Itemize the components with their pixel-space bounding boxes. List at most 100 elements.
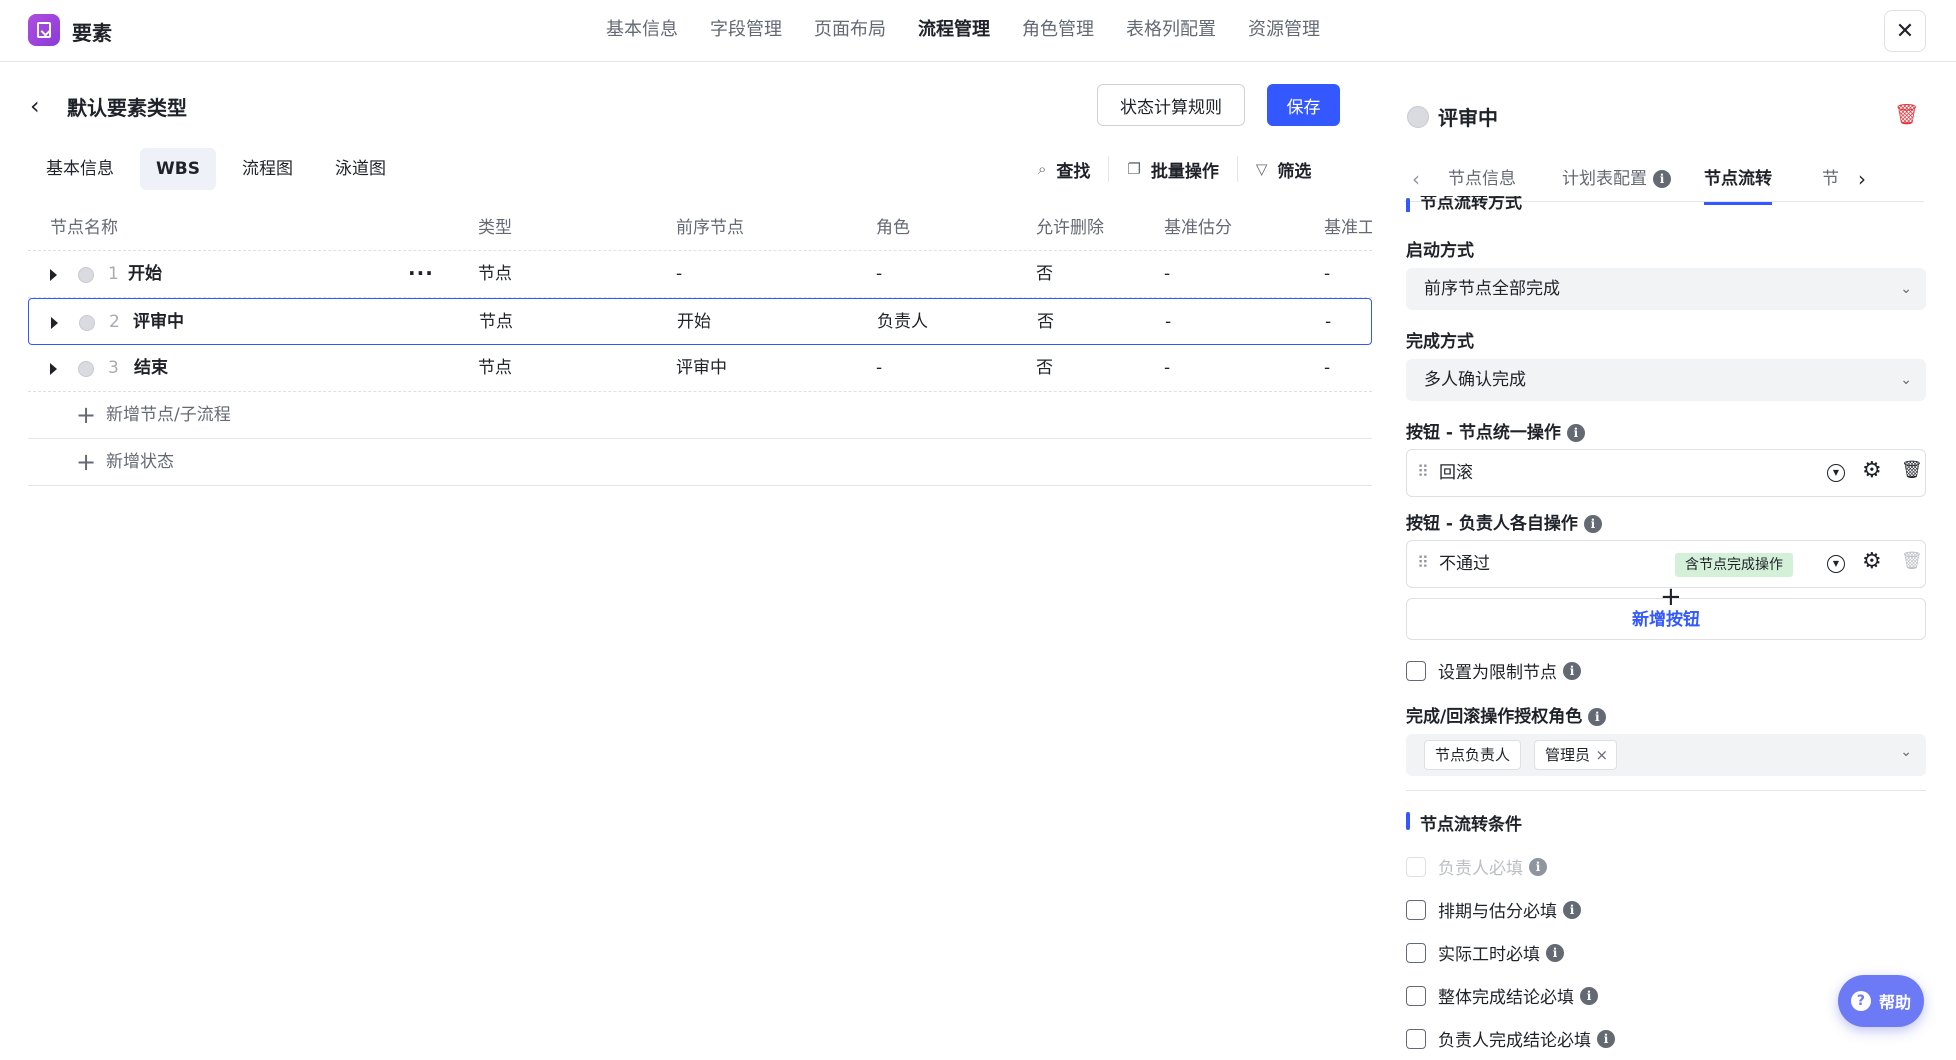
more-icon[interactable]: ··· <box>408 251 434 295</box>
gear-icon[interactable]: ⚙ <box>1862 549 1882 574</box>
filter-button[interactable]: ▽ 筛选 <box>1236 156 1330 182</box>
unified-button-row[interactable]: ⠿ 回滚 ▼ ⚙ 🗑 <box>1406 449 1926 497</box>
gear-icon[interactable]: ⚙ <box>1862 458 1882 483</box>
tab-plan-config[interactable]: 计划表配置 i <box>1562 156 1671 202</box>
search-doc-icon: ⌕ <box>1038 160 1047 178</box>
panel-title: 评审中 <box>1438 106 1498 130</box>
cell-type: 节点 <box>478 358 512 378</box>
col-node-name: 节点名称 <box>50 218 118 238</box>
drag-handle-icon[interactable]: ⠿ <box>1417 462 1429 481</box>
checkbox-icon[interactable] <box>1406 942 1426 963</box>
add-node-row[interactable]: + 新增节点/子流程 <box>28 392 1372 439</box>
table-row[interactable]: 3 结束 节点 评审中 - 否 - - <box>28 345 1372 392</box>
find-button[interactable]: ⌕ 查找 <box>1020 156 1108 182</box>
expand-caret-icon[interactable] <box>51 317 58 329</box>
cursor-crosshair-icon: + <box>1660 582 1682 612</box>
add-state-label: 新增状态 <box>106 452 174 472</box>
row-number: 3 <box>108 358 119 378</box>
tab-node-flow[interactable]: 节点流转 <box>1704 156 1772 205</box>
expand-caret-icon[interactable] <box>50 269 57 281</box>
dropdown-icon[interactable]: ▼ <box>1827 464 1845 482</box>
finish-mode-label: 完成方式 <box>1406 332 1474 352</box>
drag-handle-icon[interactable]: ⠿ <box>1417 553 1429 572</box>
row-number: 2 <box>109 312 120 332</box>
role-chip: 管理员 × <box>1534 740 1618 770</box>
trash-icon: 🗑 <box>1901 551 1923 571</box>
info-icon: i <box>1588 708 1607 726</box>
dropdown-icon[interactable]: ▼ <box>1827 555 1845 573</box>
tab-flowchart[interactable]: 流程图 <box>226 148 309 190</box>
back-arrow-icon[interactable]: ‹ <box>30 92 40 120</box>
nav-basic-info[interactable]: 基本信息 <box>590 0 694 62</box>
checkbox-icon[interactable] <box>1406 899 1426 920</box>
close-button[interactable]: ✕ <box>1884 10 1926 52</box>
button-name: 回滚 <box>1439 463 1473 483</box>
cell-deletable: 否 <box>1036 264 1053 284</box>
help-button[interactable]: ? 帮助 <box>1838 975 1924 1027</box>
checkbox-icon[interactable] <box>1406 1028 1426 1049</box>
page-title: 默认要素类型 <box>67 96 187 120</box>
individual-button-row[interactable]: ⠿ 不通过 含节点完成操作 ▼ ⚙ 🗑 <box>1406 540 1926 588</box>
view-tabs: 基本信息 WBS 流程图 泳道图 <box>30 148 412 190</box>
status-rule-button[interactable]: 状态计算规则 <box>1097 84 1245 126</box>
table-row-selected[interactable]: 2 评审中 节点 开始 负责人 否 - - <box>28 298 1372 345</box>
info-icon: i <box>1529 857 1547 876</box>
cell-prev: 评审中 <box>676 358 727 378</box>
col-role: 角色 <box>876 218 910 238</box>
info-icon: i <box>1563 661 1581 680</box>
finish-mode-select[interactable]: 多人确认完成 ⌄ <box>1406 359 1926 401</box>
nav-resource-management[interactable]: 资源管理 <box>1232 0 1336 62</box>
cell-role: - <box>876 358 883 378</box>
cell-estimate: - <box>1164 358 1171 378</box>
chevron-down-icon: ⌄ <box>1900 281 1912 297</box>
condition-owner-conclusion[interactable]: 负责人完成结论必填 i <box>1406 1026 1615 1051</box>
chip-close-icon[interactable]: × <box>1595 741 1608 769</box>
nav-role-management[interactable]: 角色管理 <box>1006 0 1110 62</box>
nav-process-management[interactable]: 流程管理 <box>902 0 1006 62</box>
cell-deletable: 否 <box>1036 358 1053 378</box>
nav-page-layout[interactable]: 页面布局 <box>798 0 902 62</box>
tab-swimlane[interactable]: 泳道图 <box>319 148 402 190</box>
expand-caret-icon[interactable] <box>50 363 57 375</box>
cell-work: - <box>1324 358 1331 378</box>
col-estimate: 基准估分 <box>1164 218 1232 238</box>
auth-roles-select[interactable]: 节点负责人 管理员 × ⌄ <box>1406 734 1926 776</box>
tab-wbs[interactable]: WBS <box>140 148 216 190</box>
condition-overall-conclusion[interactable]: 整体完成结论必填 i <box>1406 983 1598 1008</box>
checkbox-icon[interactable] <box>1406 985 1426 1006</box>
nav-table-columns[interactable]: 表格列配置 <box>1110 0 1232 62</box>
condition-schedule-required[interactable]: 排期与估分必填 i <box>1406 897 1581 922</box>
checkbox-icon <box>1406 856 1426 877</box>
toolbar: ⌕ 查找 ❐ 批量操作 ▽ 筛选 <box>1020 156 1329 182</box>
col-prev-node: 前序节点 <box>676 218 744 238</box>
filter-icon: ▽ <box>1255 160 1268 178</box>
individual-op-label: 按钮 - 负责人各自操作 i <box>1406 509 1602 534</box>
chevron-down-icon: ⌄ <box>1900 372 1912 388</box>
nav-field-management[interactable]: 字段管理 <box>694 0 798 62</box>
tab-next-chevron-icon[interactable]: › <box>1858 156 1866 202</box>
chevron-down-icon: ⌄ <box>1900 744 1912 760</box>
tab-basic-info[interactable]: 基本信息 <box>30 148 130 190</box>
wbs-table: 节点名称 类型 前序节点 角色 允许删除 基准估分 基准工 1 开始 ··· 节… <box>28 205 1372 486</box>
condition-worktime-required[interactable]: 实际工时必填 i <box>1406 940 1564 965</box>
tab-more[interactable]: 节 <box>1822 156 1839 202</box>
row-number: 1 <box>108 264 119 284</box>
restrict-node-checkbox[interactable]: 设置为限制节点 i <box>1406 658 1581 683</box>
batch-button[interactable]: ❐ 批量操作 <box>1108 156 1236 182</box>
start-mode-select[interactable]: 前序节点全部完成 ⌄ <box>1406 268 1926 310</box>
status-dot <box>78 267 94 283</box>
plus-icon: + <box>76 401 97 429</box>
table-row[interactable]: 1 开始 ··· 节点 - - 否 - - <box>28 251 1372 298</box>
col-deletable: 允许删除 <box>1036 218 1104 238</box>
checkbox-icon[interactable] <box>1406 660 1426 681</box>
plus-icon: + <box>76 448 97 476</box>
info-icon: i <box>1546 943 1564 962</box>
trash-icon[interactable]: 🗑 <box>1901 460 1923 480</box>
save-button[interactable]: 保存 <box>1267 84 1340 126</box>
row-name: 结束 <box>134 358 168 378</box>
section-flow-mode: 节点流转方式 <box>1406 196 1522 212</box>
role-chip: 节点负责人 <box>1424 740 1522 770</box>
col-type: 类型 <box>478 218 512 238</box>
add-state-row[interactable]: + 新增状态 <box>28 439 1372 486</box>
trash-icon[interactable]: 🗑 <box>1894 102 1919 126</box>
